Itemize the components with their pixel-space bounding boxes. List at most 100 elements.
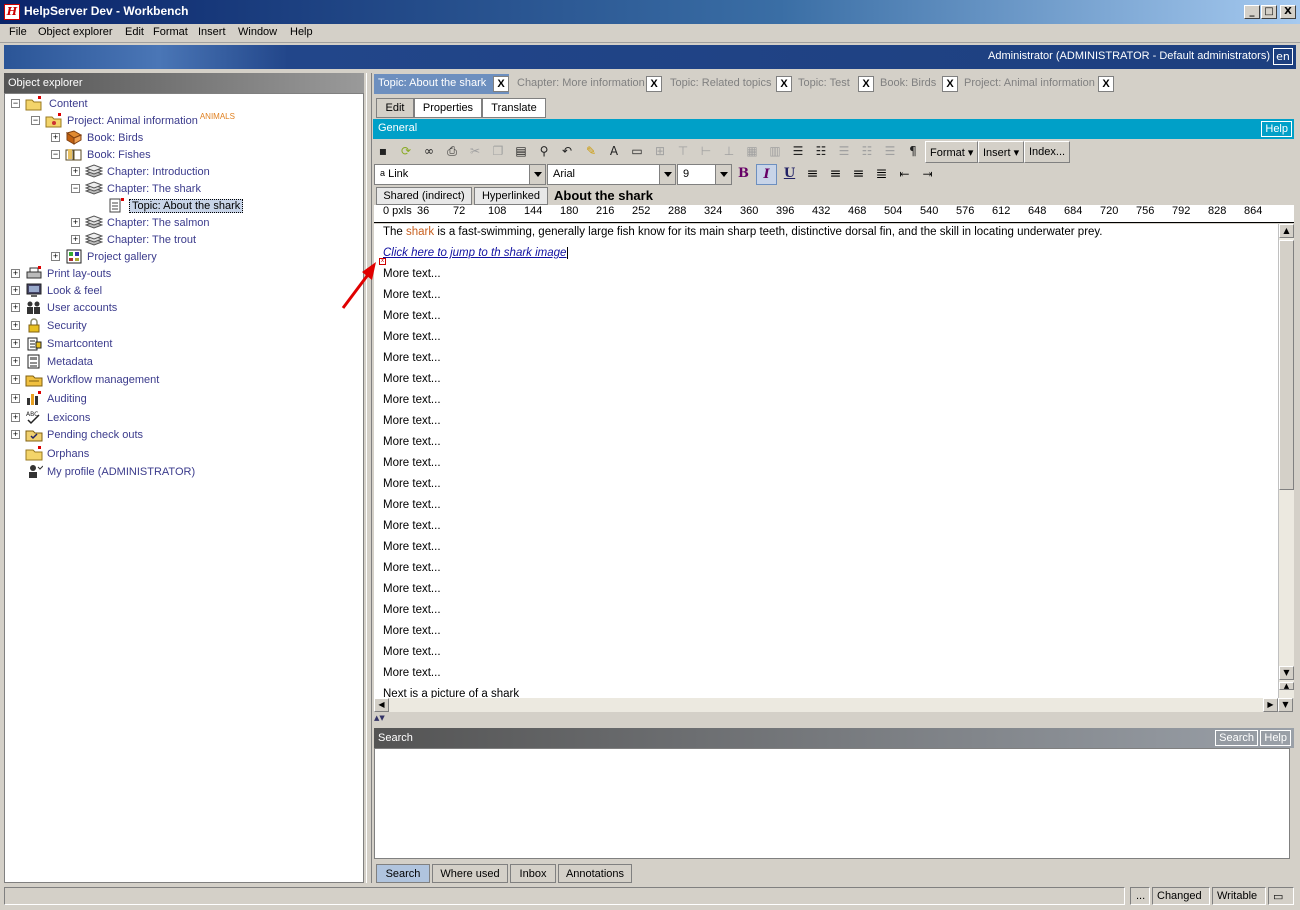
- close-tab-icon[interactable]: X: [646, 76, 662, 92]
- status-more-button[interactable]: ...: [1130, 887, 1150, 905]
- language-button[interactable]: en: [1273, 48, 1293, 65]
- close-button[interactable]: X: [1280, 5, 1296, 19]
- scroll-left-icon[interactable]: ◀: [374, 698, 389, 712]
- expand-icon[interactable]: +: [51, 252, 60, 261]
- menu-format[interactable]: Format: [153, 26, 188, 38]
- resize-grip-icon[interactable]: ▭: [1268, 887, 1294, 905]
- tab-edit[interactable]: Edit: [376, 98, 414, 118]
- list-level-icon[interactable]: ☰: [880, 141, 900, 162]
- tab-properties[interactable]: Properties: [414, 98, 482, 118]
- table-insert-icon[interactable]: ⊤: [673, 141, 693, 162]
- save-icon[interactable]: ▪: [373, 141, 393, 162]
- copy-icon[interactable]: ❐: [488, 141, 508, 162]
- search-button[interactable]: Search: [1215, 730, 1258, 746]
- outdent-icon[interactable]: ⇤: [894, 164, 915, 185]
- collapse-icon[interactable]: −: [51, 150, 60, 159]
- italic-button[interactable]: I: [756, 164, 777, 185]
- indent-list-icon[interactable]: ☰: [834, 141, 854, 162]
- expand-icon[interactable]: +: [11, 394, 20, 403]
- editor-horizontal-scrollbar[interactable]: ◀ ▶: [374, 698, 1278, 712]
- expand-icon[interactable]: +: [11, 430, 20, 439]
- tab-shared-indirect[interactable]: Shared (indirect): [376, 187, 472, 205]
- bullet-list-icon[interactable]: ☷: [811, 141, 831, 162]
- scroll-right-icon[interactable]: ▶: [1263, 698, 1278, 712]
- doc-tab-chapter-more[interactable]: Chapter: More information X: [513, 74, 662, 94]
- shark-image-link[interactable]: Click here to jump to th shark image: [383, 247, 569, 259]
- table-row-icon[interactable]: ⊥: [719, 141, 739, 162]
- highlight-icon[interactable]: ✎: [581, 141, 601, 162]
- collapse-icon[interactable]: −: [31, 116, 40, 125]
- numbered-list-icon[interactable]: ☰: [788, 141, 808, 162]
- insert-menu-button[interactable]: Insert ▾: [978, 141, 1025, 163]
- expand-icon[interactable]: +: [71, 218, 80, 227]
- collapse-icon[interactable]: −: [71, 184, 80, 193]
- doc-tab-topic-test[interactable]: Topic: Test X: [794, 74, 874, 94]
- page-up-icon[interactable]: ▲: [1279, 682, 1294, 690]
- align-left-icon[interactable]: ≡: [802, 164, 823, 185]
- minimize-button[interactable]: _: [1244, 5, 1260, 19]
- preview-icon[interactable]: ∞: [419, 141, 439, 162]
- font-select[interactable]: Arial: [547, 164, 676, 185]
- outdent-list-icon[interactable]: ☷: [857, 141, 877, 162]
- expand-icon[interactable]: +: [11, 321, 20, 330]
- expand-icon[interactable]: +: [11, 303, 20, 312]
- doc-tab-topic-shark[interactable]: Topic: About the shark X: [374, 74, 509, 94]
- doc-tab-project-animal[interactable]: Project: Animal information X: [960, 74, 1114, 94]
- split-cells-icon[interactable]: ▥: [765, 141, 785, 162]
- tab-hyperlinked[interactable]: Hyperlinked: [474, 187, 548, 205]
- table-icon[interactable]: ⊞: [650, 141, 670, 162]
- scroll-thumb[interactable]: [1279, 240, 1294, 490]
- expand-icon[interactable]: +: [11, 286, 20, 295]
- pane-divider-arrows-icon[interactable]: ▲▼: [374, 714, 1294, 722]
- expand-icon[interactable]: +: [11, 269, 20, 278]
- search-help-button[interactable]: Help: [1260, 730, 1291, 746]
- general-help-button[interactable]: Help: [1261, 121, 1292, 137]
- table-col-icon[interactable]: ⊢: [696, 141, 716, 162]
- shark-keyword[interactable]: shark: [406, 226, 434, 238]
- menu-edit[interactable]: Edit: [125, 26, 144, 38]
- undo-icon[interactable]: ↶: [557, 141, 577, 162]
- expand-icon[interactable]: +: [11, 339, 20, 348]
- align-right-icon[interactable]: ≡: [848, 164, 869, 185]
- editor-vertical-scrollbar[interactable]: ▲ ▼ ▲: [1278, 224, 1294, 698]
- close-tab-icon[interactable]: X: [776, 76, 792, 92]
- menu-window[interactable]: Window: [238, 26, 277, 38]
- close-tab-icon[interactable]: X: [942, 76, 958, 92]
- expand-icon[interactable]: +: [11, 413, 20, 422]
- doc-tab-topic-related[interactable]: Topic: Related topics X: [666, 74, 792, 94]
- find-icon[interactable]: ⚲: [534, 141, 554, 162]
- merge-cells-icon[interactable]: ▦: [742, 141, 762, 162]
- anchor-marker-icon[interactable]: x: [379, 258, 386, 265]
- tab-search[interactable]: Search: [376, 864, 430, 883]
- maximize-button[interactable]: □: [1261, 5, 1277, 19]
- justify-icon[interactable]: ≣: [871, 164, 892, 185]
- expand-icon[interactable]: +: [51, 133, 60, 142]
- expand-icon[interactable]: +: [71, 235, 80, 244]
- tab-translate[interactable]: Translate: [482, 98, 546, 118]
- close-tab-icon[interactable]: X: [858, 76, 874, 92]
- close-tab-icon[interactable]: X: [1098, 76, 1114, 92]
- tab-inbox[interactable]: Inbox: [510, 864, 556, 883]
- menu-help[interactable]: Help: [290, 26, 313, 38]
- refresh-icon[interactable]: ⟳: [396, 141, 416, 162]
- expand-icon[interactable]: +: [11, 357, 20, 366]
- panel-splitter[interactable]: [366, 73, 372, 883]
- close-tab-icon[interactable]: X: [493, 76, 509, 92]
- pilcrow-icon[interactable]: ¶: [903, 141, 923, 162]
- expand-icon[interactable]: +: [71, 167, 80, 176]
- cut-icon[interactable]: ✂: [465, 141, 485, 162]
- format-menu-button[interactable]: Format ▾: [925, 141, 979, 163]
- style-select[interactable]: a Link: [374, 164, 546, 185]
- window-icon[interactable]: ▭: [627, 141, 647, 162]
- menu-object-explorer[interactable]: Object explorer: [38, 26, 113, 38]
- page-down-icon[interactable]: ▼: [1278, 698, 1293, 712]
- style-icon[interactable]: A: [604, 141, 624, 162]
- scroll-up-icon[interactable]: ▲: [1279, 224, 1294, 238]
- menu-insert[interactable]: Insert: [198, 26, 226, 38]
- print-icon[interactable]: ⎙: [442, 141, 462, 162]
- editor-content[interactable]: The shark is a fast-swimming, generally …: [374, 224, 1278, 698]
- collapse-icon[interactable]: −: [11, 99, 20, 108]
- menu-file[interactable]: File: [9, 26, 27, 38]
- indent-icon[interactable]: ⇥: [917, 164, 938, 185]
- doc-tab-book-birds[interactable]: Book: Birds X: [876, 74, 958, 94]
